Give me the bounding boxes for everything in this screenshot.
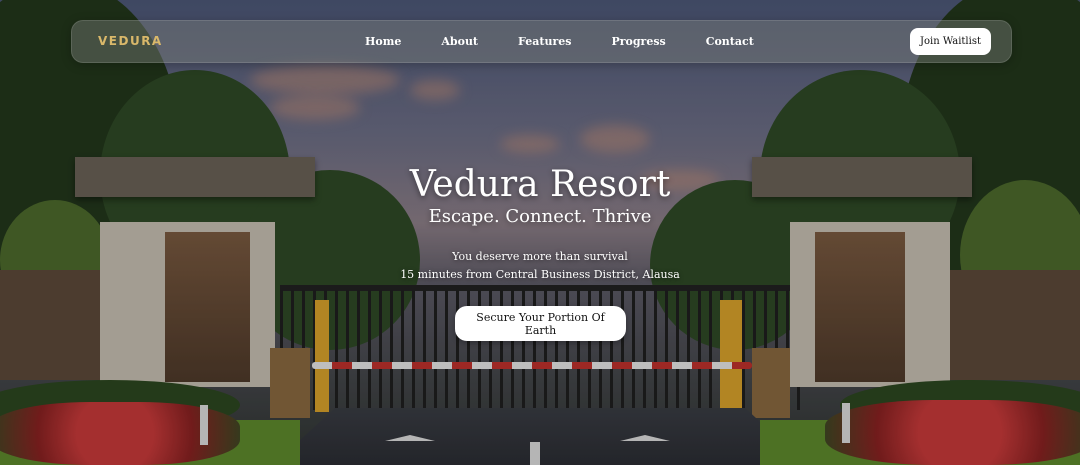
hero-location: 15 minutes from Central Business Distric… xyxy=(400,268,680,281)
nav-link-home[interactable]: Home xyxy=(365,35,401,48)
hero-subtitle: You deserve more than survival xyxy=(452,250,628,263)
top-navbar: VEDURA Home About Features Progress Cont… xyxy=(71,20,1012,63)
secure-portion-button[interactable]: Secure Your Portion Of Earth xyxy=(455,306,626,341)
nav-link-features[interactable]: Features xyxy=(518,35,571,48)
hero-background xyxy=(0,0,1080,465)
nav-link-contact[interactable]: Contact xyxy=(706,35,754,48)
hero-tagline: Escape. Connect. Thrive xyxy=(428,206,652,227)
join-waitlist-button[interactable]: Join Waitlist xyxy=(910,28,991,55)
nav-links: Home About Features Progress Contact xyxy=(365,35,754,48)
nav-link-progress[interactable]: Progress xyxy=(611,35,665,48)
hero-title: Vedura Resort xyxy=(409,164,671,205)
vedura-logo[interactable]: VEDURA xyxy=(98,34,163,48)
nav-link-about[interactable]: About xyxy=(441,35,478,48)
hero-overlay xyxy=(0,0,1080,465)
